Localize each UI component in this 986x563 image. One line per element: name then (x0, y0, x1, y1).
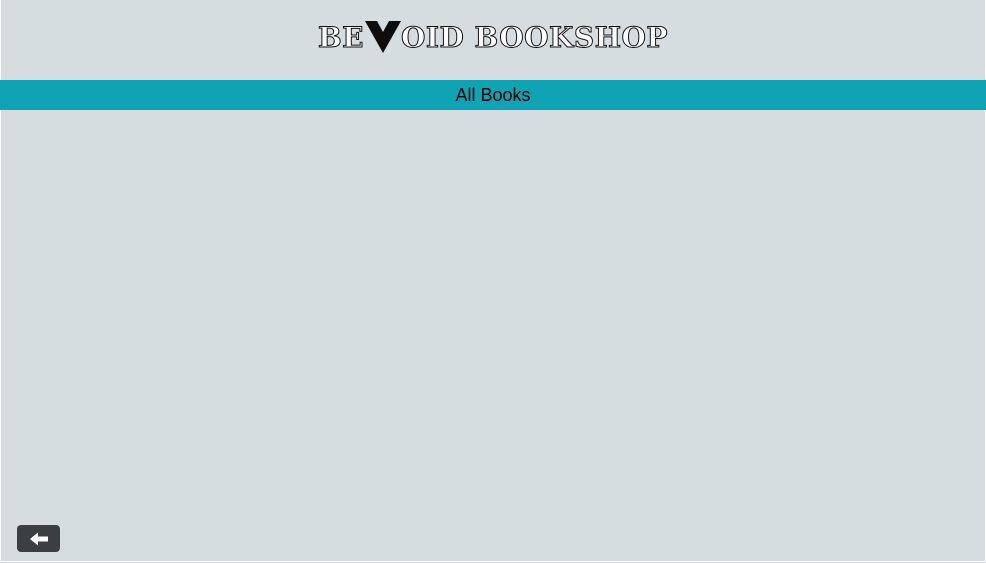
logo-text-part1: BE (318, 20, 365, 54)
page-title: All Books (455, 85, 531, 105)
back-button[interactable] (17, 525, 60, 552)
arrow-left-icon (29, 532, 48, 545)
site-logo[interactable]: BE OID BOOKSHOP (0, 14, 986, 60)
logo-text: BE OID BOOKSHOP (318, 19, 668, 55)
category-bar: All Books (0, 80, 986, 110)
logo-text-part2: OID BOOKSHOP (401, 20, 668, 54)
v-triangle-logo-icon (365, 21, 402, 53)
